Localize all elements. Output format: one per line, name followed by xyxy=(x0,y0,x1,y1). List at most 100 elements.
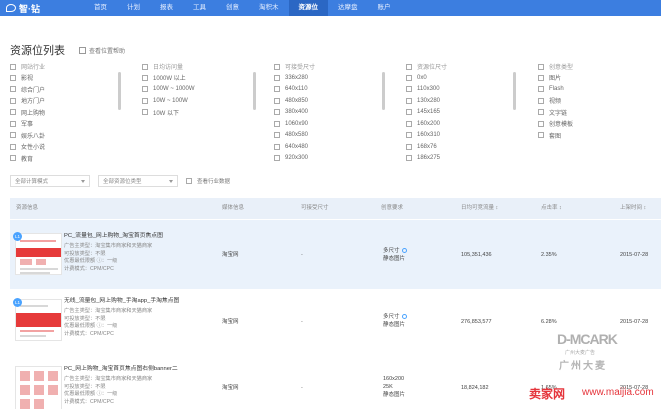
filter-option[interactable]: 100W ~ 1000W xyxy=(142,84,195,96)
filter-option[interactable]: 130x280 xyxy=(406,95,447,107)
checkbox[interactable] xyxy=(274,74,280,81)
filter-option[interactable]: 336x280 xyxy=(274,72,315,84)
filter-option[interactable]: 影视 xyxy=(10,72,45,84)
filter-option[interactable]: 480x850 xyxy=(274,95,315,107)
resource-name[interactable]: 无线_流量包_网上购物_手淘app_手淘焦点图 xyxy=(64,298,179,306)
filter-option[interactable]: 480x580 xyxy=(274,130,315,142)
checkbox[interactable] xyxy=(538,109,544,116)
filter-option[interactable]: 创意模板 xyxy=(538,118,573,130)
checkbox[interactable] xyxy=(538,120,544,127)
filter-option[interactable]: 女性小说 xyxy=(10,141,45,153)
scrollbar[interactable] xyxy=(513,72,516,110)
checkbox[interactable] xyxy=(406,86,412,93)
checkbox[interactable] xyxy=(10,86,16,93)
filter-option[interactable]: 920x300 xyxy=(274,153,315,165)
checkbox[interactable] xyxy=(538,74,544,81)
filter-option[interactable]: 1060x90 xyxy=(274,118,315,130)
checkbox[interactable] xyxy=(406,120,412,127)
filter-option[interactable]: 网上购物 xyxy=(10,107,45,119)
filter-option[interactable]: 视频 xyxy=(538,95,573,107)
col-header-sortable[interactable]: 日均可竞流量 ↕ xyxy=(461,198,498,219)
checkbox[interactable] xyxy=(406,63,412,70)
checkbox[interactable] xyxy=(406,143,412,150)
filter-option[interactable]: 145x165 xyxy=(406,107,447,119)
brand-logo[interactable]: 智·钻 xyxy=(6,2,84,15)
checkbox[interactable] xyxy=(142,63,148,70)
filter-option[interactable]: 0x0 xyxy=(406,72,447,84)
col-header-sortable[interactable]: 上架时间 ↕ xyxy=(620,198,646,219)
filter-option[interactable]: 地方门户 xyxy=(10,95,45,107)
filter-option[interactable]: 1000W 以上 xyxy=(142,72,195,84)
nav-item-resource[interactable]: 资源位 xyxy=(288,0,328,16)
filter-option[interactable]: 文字链 xyxy=(538,107,573,119)
filter-option[interactable]: 军事 xyxy=(10,118,45,130)
filter-option[interactable]: Flash xyxy=(538,84,573,96)
filter-option[interactable]: 160x200 xyxy=(406,118,447,130)
col-header-sortable[interactable]: 点击率 ↕ xyxy=(541,198,562,219)
checkbox[interactable] xyxy=(10,143,16,150)
filter-option[interactable]: 套图 xyxy=(538,130,573,142)
checkbox[interactable] xyxy=(406,132,412,139)
nav-item-creative[interactable]: 创意 xyxy=(216,0,249,16)
checkbox[interactable] xyxy=(274,155,280,162)
checkbox[interactable] xyxy=(142,86,148,93)
checkbox[interactable] xyxy=(142,97,148,104)
filter-option[interactable]: 综合门户 xyxy=(10,84,45,96)
filter-option[interactable]: 娱乐八卦 xyxy=(10,130,45,142)
filter-option[interactable]: 教育 xyxy=(10,153,45,165)
checkbox[interactable] xyxy=(406,155,412,162)
info-icon[interactable] xyxy=(401,314,407,320)
checkbox[interactable] xyxy=(406,74,412,81)
checkbox[interactable] xyxy=(274,109,280,116)
checkbox[interactable] xyxy=(142,74,148,81)
nav-item-plan[interactable]: 计划 xyxy=(117,0,150,16)
filter-option[interactable]: 10W 以下 xyxy=(142,107,195,119)
filter-option[interactable]: 110x300 xyxy=(406,84,447,96)
checkbox[interactable] xyxy=(274,63,280,70)
filter-option[interactable]: 160x310 xyxy=(406,130,447,142)
checkbox[interactable] xyxy=(274,97,280,104)
checkbox[interactable] xyxy=(274,120,280,127)
table-row[interactable]: L1 PC_流量包_网上购物_淘宝首页焦点图 广告主类型：淘宝集市商家和天猫商家… xyxy=(10,220,661,289)
calc-mode-select[interactable]: 全部计算模式 xyxy=(10,175,90,187)
checkbox[interactable] xyxy=(10,74,16,81)
resource-name[interactable]: PC_网上购物_淘宝首页焦点图右侧banner二 xyxy=(64,366,178,374)
checkbox[interactable] xyxy=(10,63,16,70)
nav-item-home[interactable]: 首页 xyxy=(84,0,117,16)
slot-type-select[interactable]: 全部资源位类型 xyxy=(98,175,178,187)
checkbox[interactable] xyxy=(10,97,16,104)
checkbox[interactable] xyxy=(274,86,280,93)
scrollbar[interactable] xyxy=(382,72,385,110)
scrollbar[interactable] xyxy=(118,72,121,110)
filter-option[interactable]: 186x275 xyxy=(406,153,447,165)
checkbox[interactable] xyxy=(10,155,16,162)
filter-option[interactable]: 图片 xyxy=(538,72,573,84)
filter-option[interactable]: 640x480 xyxy=(274,141,315,153)
info-icon[interactable] xyxy=(401,248,407,254)
nav-item-tools[interactable]: 工具 xyxy=(183,0,216,16)
industry-data-check[interactable]: 查看行业数据 xyxy=(186,177,230,185)
checkbox[interactable] xyxy=(186,178,192,184)
nav-item-report[interactable]: 报表 xyxy=(150,0,183,16)
checkbox[interactable] xyxy=(538,132,544,139)
checkbox[interactable] xyxy=(538,86,544,93)
filter-option[interactable]: 380x400 xyxy=(274,107,315,119)
checkbox[interactable] xyxy=(406,109,412,116)
filter-option[interactable]: 168x76 xyxy=(406,141,447,153)
checkbox[interactable] xyxy=(538,63,544,70)
checkbox[interactable] xyxy=(10,120,16,127)
nav-item-damopan[interactable]: 达摩盘 xyxy=(328,0,368,16)
checkbox[interactable] xyxy=(538,97,544,104)
help-link[interactable]: 查看位置帮助 xyxy=(79,46,125,55)
checkbox[interactable] xyxy=(142,109,148,116)
checkbox[interactable] xyxy=(10,109,16,116)
checkbox[interactable] xyxy=(406,97,412,104)
checkbox[interactable] xyxy=(274,132,280,139)
filter-option[interactable]: 640x110 xyxy=(274,84,315,96)
nav-item-jimu[interactable]: 淘积木 xyxy=(249,0,289,16)
scrollbar[interactable] xyxy=(253,72,256,110)
checkbox[interactable] xyxy=(274,143,280,150)
nav-item-account[interactable]: 账户 xyxy=(368,0,401,16)
resource-name[interactable]: PC_流量包_网上购物_淘宝首页焦点图 xyxy=(64,233,163,241)
checkbox[interactable] xyxy=(10,132,16,139)
